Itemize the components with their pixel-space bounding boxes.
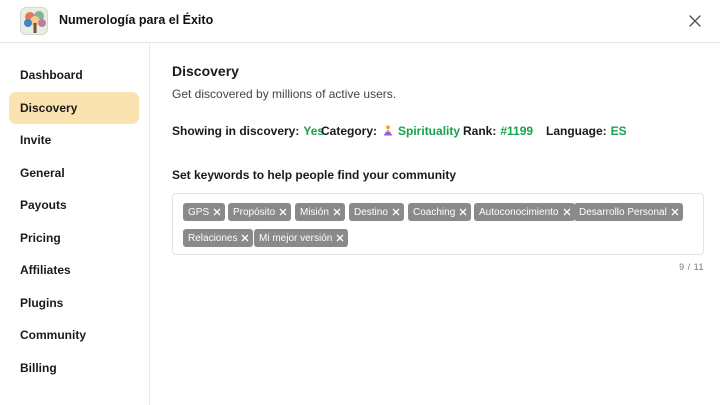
keyword-tag-label: Relaciones: [188, 232, 238, 244]
spirituality-icon: [382, 125, 394, 137]
sidebar-item-discovery[interactable]: Discovery: [9, 92, 139, 124]
keywords-label: Set keywords to help people find your co…: [172, 168, 457, 182]
keyword-counter: 9 / 11: [679, 262, 704, 272]
page-subtitle: Get discovered by millions of active use…: [172, 87, 397, 101]
keywords-input[interactable]: GPS Propósito Misión Destino Coaching Au…: [172, 193, 704, 255]
keyword-tag-label: Misión: [300, 206, 329, 218]
close-button[interactable]: [684, 10, 706, 32]
keyword-tag-label: Autoconocimiento: [479, 206, 559, 218]
keyword-tag: Coaching: [408, 203, 472, 221]
keyword-tag: GPS: [183, 203, 226, 221]
keyword-tag-label: GPS: [188, 206, 210, 218]
keyword-tag: Relaciones: [183, 229, 254, 247]
sidebar-item-pricing[interactable]: Pricing: [9, 222, 139, 254]
stat-rank-label: Rank:: [463, 124, 497, 138]
stat-rank-value: #1199: [500, 124, 534, 138]
discovery-stats: Showing in discovery: Yes Category: Spir…: [172, 124, 704, 140]
page-title: Discovery: [172, 63, 239, 79]
sidebar: Dashboard Discovery Invite General Payou…: [0, 43, 150, 405]
keyword-tag-label: Desarrollo Personal: [579, 206, 667, 218]
keyword-tag: Mi mejor versión: [254, 229, 349, 247]
header: Numerología para el Éxito: [0, 0, 720, 43]
sidebar-item-payouts[interactable]: Payouts: [9, 189, 139, 221]
remove-keyword-icon[interactable]: [336, 234, 344, 242]
remove-keyword-icon[interactable]: [279, 208, 287, 216]
remove-keyword-icon[interactable]: [241, 234, 249, 242]
remove-keyword-icon[interactable]: [333, 208, 341, 216]
keyword-tag-label: Coaching: [413, 206, 456, 218]
sidebar-item-general[interactable]: General: [9, 157, 139, 189]
keyword-tag-label: Destino: [354, 206, 388, 218]
sidebar-item-community[interactable]: Community: [9, 319, 139, 351]
keyword-tag: Misión: [295, 203, 345, 221]
keyword-tag-label: Propósito: [233, 206, 276, 218]
stat-language-label: Language:: [546, 124, 607, 138]
sidebar-item-invite[interactable]: Invite: [9, 124, 139, 156]
stat-category-label: Category:: [321, 124, 378, 138]
stat-language: Language: ES: [546, 124, 627, 138]
sidebar-item-affiliates[interactable]: Affiliates: [9, 254, 139, 286]
remove-keyword-icon[interactable]: [213, 208, 221, 216]
remove-keyword-icon[interactable]: [459, 208, 467, 216]
app-title: Numerología para el Éxito: [59, 13, 214, 27]
keyword-tag: Autoconocimiento: [474, 203, 575, 221]
tree-logo-icon: [20, 7, 48, 35]
keyword-tag: Desarrollo Personal: [574, 203, 683, 221]
stat-category: Category: Spirituality: [321, 124, 460, 138]
sidebar-item-dashboard[interactable]: Dashboard: [9, 59, 139, 91]
remove-keyword-icon[interactable]: [671, 208, 679, 216]
stat-language-value: ES: [610, 124, 627, 138]
stat-showing-label: Showing in discovery:: [172, 124, 300, 138]
stat-rank: Rank: #1199: [463, 124, 533, 138]
stat-showing: Showing in discovery: Yes: [172, 124, 324, 138]
keyword-tag: Destino: [349, 203, 404, 221]
keyword-tag: Propósito: [228, 203, 292, 221]
remove-keyword-icon[interactable]: [392, 208, 400, 216]
close-icon: [689, 15, 701, 27]
sidebar-item-billing[interactable]: Billing: [9, 352, 139, 384]
stat-category-value: Spirituality: [398, 124, 461, 138]
remove-keyword-icon[interactable]: [563, 208, 571, 216]
sidebar-item-plugins[interactable]: Plugins: [9, 287, 139, 319]
keyword-tag-label: Mi mejor versión: [259, 232, 333, 244]
